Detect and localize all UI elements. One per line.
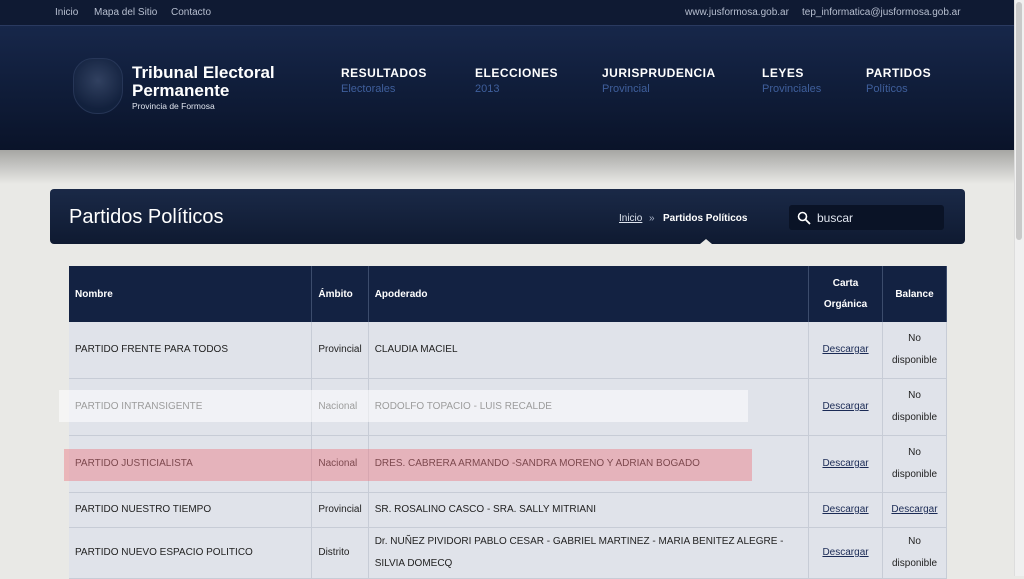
carta-download-link[interactable]: Descargar: [822, 344, 868, 355]
cell-balance: No disponible: [882, 378, 948, 436]
breadcrumb-home-link[interactable]: Inicio: [619, 213, 642, 224]
cell-balance: No disponible: [882, 435, 948, 493]
breadcrumb-caret: [700, 239, 712, 244]
cell-nombre: PARTIDO JUSTICIALISTA: [69, 435, 313, 493]
table-row: PARTIDO NUESTRO TIEMPO Provincial SR. RO…: [69, 492, 948, 528]
nav-item-label: LEYES: [762, 66, 804, 80]
carta-download-link[interactable]: Descargar: [822, 547, 868, 558]
nav-item-label: PARTIDOS: [866, 66, 932, 80]
cell-nombre: PARTIDO FRENTE PARA TODOS: [69, 322, 313, 379]
cell-ambito: Nacional: [311, 378, 369, 436]
search-icon[interactable]: [797, 211, 811, 225]
cell-apoderado: SR. ROSALINO CASCO - SRA. SALLY MITRIANI: [368, 492, 810, 528]
table-row: PARTIDO INTRANSIGENTE Nacional RODOLFO T…: [69, 378, 948, 436]
cell-ambito: Provincial: [311, 492, 369, 528]
table-header-row: Nombre Ámbito Apoderado Carta Orgánica B…: [69, 266, 948, 322]
cell-balance: No disponible: [882, 322, 948, 379]
cell-balance: No disponible: [882, 527, 948, 579]
logo-subtitle: Provincia de Formosa: [132, 101, 215, 111]
topbar-link-inicio[interactable]: Inicio: [55, 7, 78, 18]
nav-item-leyes[interactable]: LEYES Provinciales: [762, 66, 821, 95]
top-bar: Inicio Mapa del Sitio Contacto www.jusfo…: [0, 0, 1014, 25]
table-row: PARTIDO FRENTE PARA TODOS Provincial CLA…: [69, 322, 948, 379]
cell-carta: Descargar: [808, 492, 883, 528]
logo-emblem-icon[interactable]: [73, 58, 123, 114]
nav-item-resultados[interactable]: RESULTADOS Electorales: [341, 66, 427, 95]
column-header-carta-line1: Carta: [832, 278, 859, 289]
topbar-link-contacto[interactable]: Contacto: [171, 7, 211, 18]
balance-status-line2: disponible: [891, 355, 938, 366]
balance-status-line1: No: [908, 447, 921, 458]
nav-item-label: RESULTADOS: [341, 66, 427, 80]
topbar-link-mapa-del-sitio[interactable]: Mapa del Sitio: [94, 7, 157, 18]
balance-status-line2: disponible: [891, 558, 938, 569]
nav-item-sublabel: Provincial: [602, 83, 650, 95]
cell-apoderado: RODOLFO TOPACIO - LUIS RECALDE: [368, 378, 810, 436]
cell-carta: Descargar: [808, 527, 883, 579]
table-row: PARTIDO NUEVO ESPACIO POLITICO Distrito …: [69, 527, 948, 579]
table-row: PARTIDO JUSTICIALISTA Nacional DRES. CAB…: [69, 435, 948, 493]
topbar-email-link[interactable]: tep_informatica@jusformosa.gob.ar: [802, 7, 961, 18]
cell-ambito: Nacional: [311, 435, 369, 493]
search-input[interactable]: [815, 208, 941, 228]
logo-title-line2: Permanente: [132, 81, 230, 100]
nav-item-elecciones[interactable]: ELECCIONES 2013: [475, 66, 558, 95]
cell-carta: Descargar: [808, 435, 883, 493]
nav-item-partidos[interactable]: PARTIDOS Políticos: [866, 66, 931, 95]
nav-item-sublabel: Electorales: [341, 83, 396, 95]
breadcrumb-separator: »: [649, 213, 655, 224]
cell-apoderado: CLAUDIA MACIEL: [368, 322, 810, 379]
apoderado-line2: SILVIA DOMECQ: [374, 558, 453, 569]
column-header-carta-line2: Orgánica: [823, 299, 868, 310]
column-header-ambito: Ámbito: [311, 266, 369, 322]
site-logo-title[interactable]: Tribunal Electoral Permanente: [132, 64, 275, 100]
logo-title-line1: Tribunal Electoral: [132, 63, 275, 82]
balance-download-link[interactable]: Descargar: [891, 504, 937, 515]
cell-carta: Descargar: [808, 322, 883, 379]
topbar-website-link[interactable]: www.jusformosa.gob.ar: [685, 7, 789, 18]
search-box: [789, 205, 944, 230]
carta-download-link[interactable]: Descargar: [822, 458, 868, 469]
column-header-nombre: Nombre: [69, 266, 313, 322]
cell-nombre: PARTIDO INTRANSIGENTE: [69, 378, 313, 436]
nav-item-sublabel: Provinciales: [762, 83, 822, 95]
cell-apoderado: Dr. NUÑEZ PIVIDORI PABLO CESAR - GABRIEL…: [368, 527, 810, 579]
nav-item-label: JURISPRUDENCIA: [602, 66, 716, 80]
cell-ambito: Provincial: [311, 322, 369, 379]
cell-ambito: Distrito: [311, 527, 369, 579]
carta-download-link[interactable]: Descargar: [822, 504, 868, 515]
balance-status-line2: disponible: [891, 469, 938, 480]
page-title: Partidos Políticos: [69, 206, 224, 228]
balance-status-line2: disponible: [891, 412, 938, 423]
nav-item-jurisprudencia[interactable]: JURISPRUDENCIA Provincial: [602, 66, 716, 95]
column-header-apoderado: Apoderado: [368, 266, 810, 322]
nav-item-sublabel: 2013: [475, 83, 500, 95]
cell-nombre: PARTIDO NUESTRO TIEMPO: [69, 492, 313, 528]
scrollbar-thumb[interactable]: [1016, 2, 1022, 240]
header-shadow: [0, 150, 1014, 184]
nav-item-label: ELECCIONES: [475, 66, 559, 80]
parties-table: Nombre Ámbito Apoderado Carta Orgánica B…: [69, 266, 948, 579]
cell-nombre: PARTIDO NUEVO ESPACIO POLITICO: [69, 527, 313, 579]
balance-status-line1: No: [908, 390, 921, 401]
breadcrumb-current: Partidos Políticos: [663, 213, 748, 224]
carta-download-link[interactable]: Descargar: [822, 401, 868, 412]
balance-status-line1: No: [908, 333, 921, 344]
column-header-balance: Balance: [882, 266, 948, 322]
nav-item-sublabel: Políticos: [866, 83, 908, 95]
cell-carta: Descargar: [808, 378, 883, 436]
column-header-carta-organica: Carta Orgánica: [808, 266, 883, 322]
page-title-panel: Partidos Políticos Inicio » Partidos Pol…: [50, 189, 965, 244]
apoderado-line1: Dr. NUÑEZ PIVIDORI PABLO CESAR - GABRIEL…: [374, 536, 784, 547]
cell-balance: Descargar: [882, 492, 948, 528]
cell-apoderado: DRES. CABRERA ARMANDO -SANDRA MORENO Y A…: [368, 435, 810, 493]
balance-status-line1: No: [908, 536, 921, 547]
